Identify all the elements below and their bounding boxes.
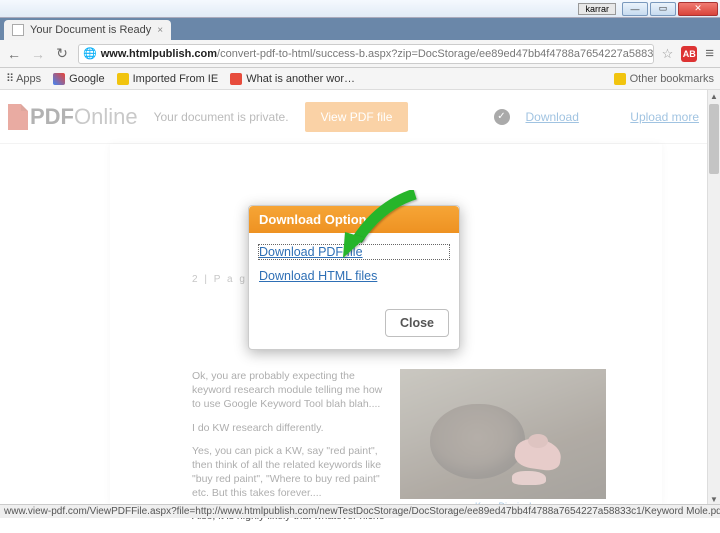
page-icon	[12, 24, 24, 36]
dialog-close-button[interactable]: Close	[385, 309, 449, 337]
apps-button[interactable]: ⠿ Apps	[6, 72, 41, 85]
other-bookmarks[interactable]: Other bookmarks	[614, 73, 714, 85]
window-close-button[interactable]: ✕	[678, 2, 718, 16]
download-options-dialog: Download Options Download PDF file Downl…	[248, 205, 460, 350]
reload-button[interactable]: ↻	[54, 46, 70, 62]
browser-tab[interactable]: Your Document is Ready ×	[4, 20, 171, 40]
site-icon	[230, 73, 242, 85]
status-bar: www.view-pdf.com/ViewPDFFile.aspx?file=h…	[0, 504, 720, 518]
bookmark-star-icon[interactable]: ☆	[662, 46, 674, 62]
tab-title: Your Document is Ready	[30, 24, 151, 36]
scroll-thumb[interactable]	[709, 104, 719, 174]
download-pdf-link[interactable]: Download PDF file	[259, 245, 449, 259]
bookmark-google[interactable]: Google	[53, 73, 104, 85]
extension-icon[interactable]: AB	[681, 46, 697, 62]
dialog-title: Download Options	[249, 206, 459, 233]
tab-strip: Your Document is Ready ×	[0, 18, 720, 40]
url-path: /convert-pdf-to-html/success-b.aspx?zip=…	[217, 48, 654, 60]
scroll-up-icon[interactable]: ▲	[708, 90, 720, 103]
bookmark-imported[interactable]: Imported From IE	[117, 73, 219, 85]
forward-button[interactable]: →	[30, 46, 46, 62]
download-html-link[interactable]: Download HTML files	[259, 269, 449, 283]
url-host: www.htmlpublish.com	[101, 48, 217, 60]
chrome-menu-icon[interactable]: ≡	[705, 45, 714, 62]
google-icon	[53, 73, 65, 85]
bookmark-what[interactable]: What is another wor…	[230, 73, 355, 85]
back-button[interactable]: ←	[6, 46, 22, 62]
bookmarks-bar: ⠿ Apps Google Imported From IE What is a…	[0, 68, 720, 90]
tab-close-icon[interactable]: ×	[157, 25, 163, 36]
globe-icon: 🌐	[83, 47, 97, 60]
vertical-scrollbar[interactable]: ▲ ▼	[707, 90, 720, 506]
window-titlebar: karrar — ▭ ✕	[0, 0, 720, 18]
maximize-button[interactable]: ▭	[650, 2, 676, 16]
minimize-button[interactable]: —	[622, 2, 648, 16]
folder-icon	[117, 73, 129, 85]
user-badge: karrar	[578, 3, 616, 15]
address-bar[interactable]: 🌐 www.htmlpublish.com/convert-pdf-to-htm…	[78, 44, 654, 64]
browser-toolbar: ← → ↻ 🌐 www.htmlpublish.com/convert-pdf-…	[0, 40, 720, 68]
folder-icon	[614, 73, 626, 85]
